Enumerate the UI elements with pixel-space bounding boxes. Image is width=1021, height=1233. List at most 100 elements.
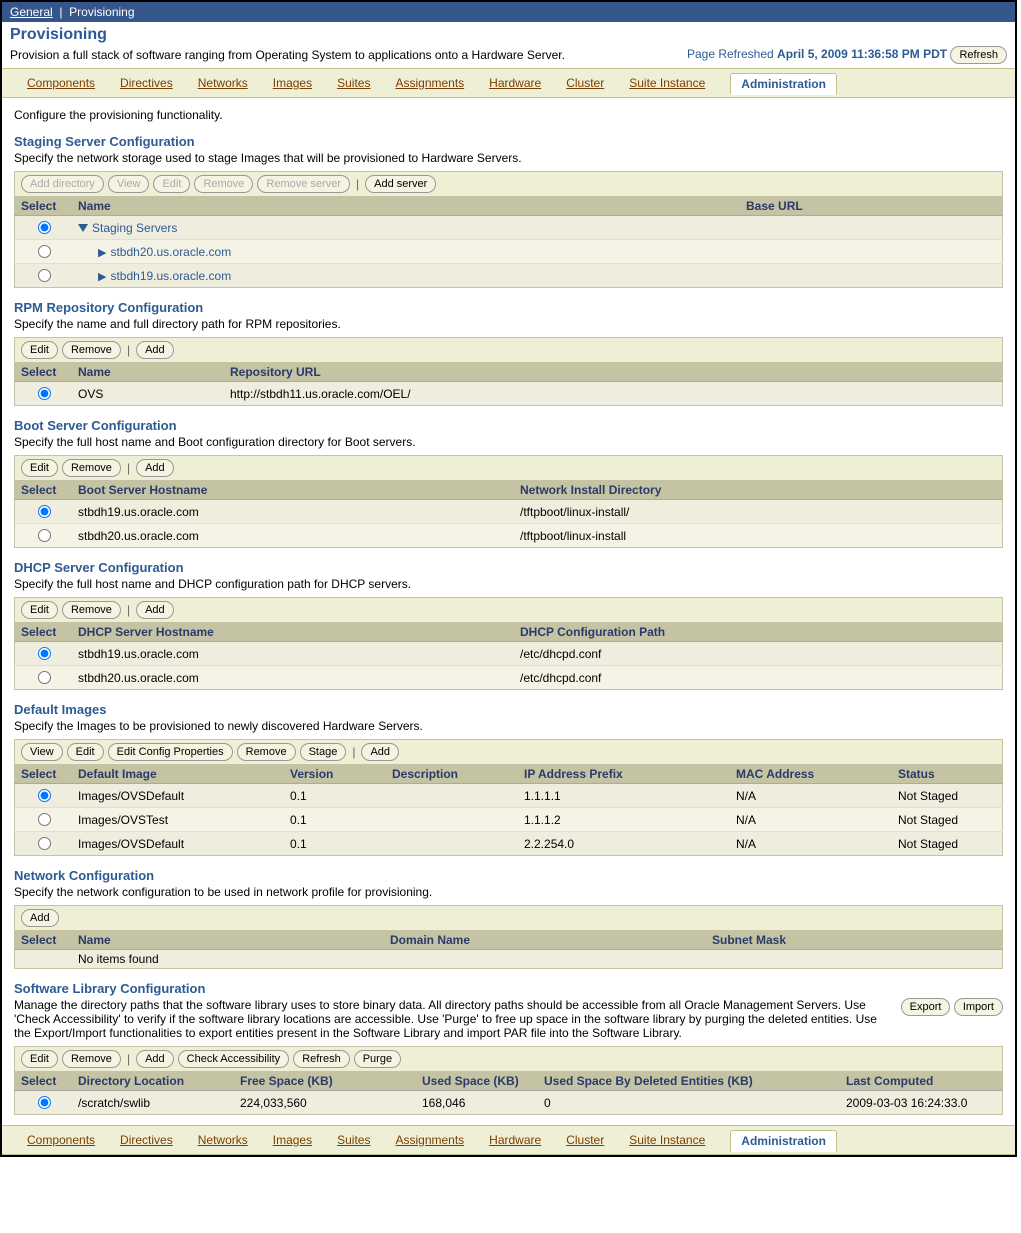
row-select-radio[interactable]	[38, 505, 51, 518]
export-button[interactable]: Export	[901, 998, 951, 1016]
add-button[interactable]: Add	[136, 459, 174, 477]
tab-directives[interactable]: Directives	[120, 1133, 173, 1147]
col-select: Select	[15, 481, 73, 500]
tab-suite-instance[interactable]: Suite Instance	[629, 76, 705, 90]
row-select-radio[interactable]	[38, 1096, 51, 1109]
col-url: Repository URL	[224, 363, 1003, 382]
swlib-title: Software Library Configuration	[14, 981, 1003, 996]
table-row: stbdh19.us.oracle.com /etc/dhcpd.conf	[15, 642, 1003, 666]
tab-assignments[interactable]: Assignments	[395, 1133, 464, 1147]
breadcrumb-general[interactable]: General	[10, 5, 53, 19]
images-toolbar: View Edit Edit Config Properties Remove …	[14, 739, 1003, 764]
row-select-radio[interactable]	[38, 671, 51, 684]
row-select-radio[interactable]	[38, 837, 51, 850]
dhcp-toolbar: Edit Remove | Add	[14, 597, 1003, 622]
row-select-radio[interactable]	[38, 529, 51, 542]
row-select-radio[interactable]	[38, 269, 51, 282]
row-select-radio[interactable]	[38, 387, 51, 400]
remove-button[interactable]: Remove	[62, 601, 121, 619]
row-select-radio[interactable]	[38, 221, 51, 234]
refresh-button[interactable]: Refresh	[293, 1050, 350, 1068]
expand-icon[interactable]	[78, 224, 88, 232]
add-server-button[interactable]: Add server	[365, 175, 436, 193]
view-button[interactable]: View	[21, 743, 63, 761]
tab-administration[interactable]: Administration	[730, 1130, 837, 1152]
remove-button[interactable]: Remove	[62, 459, 121, 477]
staging-child-name[interactable]: stbdh20.us.oracle.com	[110, 245, 231, 259]
remove-button[interactable]: Remove	[62, 1050, 121, 1068]
edit-button[interactable]: Edit	[21, 1050, 58, 1068]
import-button[interactable]: Import	[954, 998, 1003, 1016]
add-button[interactable]: Add	[361, 743, 399, 761]
tab-hardware[interactable]: Hardware	[489, 76, 541, 90]
table-row: stbdh20.us.oracle.com /etc/dhcpd.conf	[15, 666, 1003, 690]
tab-networks[interactable]: Networks	[198, 76, 248, 90]
tab-cluster[interactable]: Cluster	[566, 1133, 604, 1147]
page-title: Provisioning	[10, 26, 107, 44]
edit-button[interactable]: Edit	[21, 459, 58, 477]
edit-button[interactable]: Edit	[21, 341, 58, 359]
staging-child-name[interactable]: stbdh19.us.oracle.com	[110, 269, 231, 283]
tab-suite-instance[interactable]: Suite Instance	[629, 1133, 705, 1147]
edit-config-properties-button[interactable]: Edit Config Properties	[108, 743, 233, 761]
table-row: Images/OVSDefault0.11.1.1.1N/ANot Staged	[15, 784, 1003, 808]
dhcp-table: Select DHCP Server Hostname DHCP Configu…	[14, 622, 1003, 690]
tab-administration[interactable]: Administration	[730, 73, 837, 95]
tab-components[interactable]: Components	[27, 76, 95, 90]
row-select-radio[interactable]	[38, 789, 51, 802]
rpm-title: RPM Repository Configuration	[14, 300, 1003, 315]
swlib-table: Select Directory Location Free Space (KB…	[14, 1071, 1003, 1115]
rpm-desc: Specify the name and full directory path…	[14, 317, 1003, 331]
col-free: Free Space (KB)	[234, 1072, 416, 1091]
stage-button[interactable]: Stage	[300, 743, 347, 761]
tab-suites[interactable]: Suites	[337, 76, 370, 90]
row-select-radio[interactable]	[38, 647, 51, 660]
tab-hardware[interactable]: Hardware	[489, 1133, 541, 1147]
col-select: Select	[15, 931, 73, 950]
tab-images[interactable]: Images	[273, 76, 312, 90]
staging-title: Staging Server Configuration	[14, 134, 1003, 149]
edit-button[interactable]: Edit	[21, 601, 58, 619]
network-table: Select Name Domain Name Subnet Mask No i…	[14, 930, 1003, 969]
edit-button[interactable]: Edit	[67, 743, 104, 761]
table-row: Images/OVSDefault0.12.2.254.0N/ANot Stag…	[15, 832, 1003, 856]
row-select-radio[interactable]	[38, 245, 51, 258]
intro-text: Configure the provisioning functionality…	[14, 108, 1003, 122]
breadcrumb-provisioning: Provisioning	[69, 5, 134, 19]
images-title: Default Images	[14, 702, 1003, 717]
network-desc: Specify the network configuration to be …	[14, 885, 1003, 899]
purge-button[interactable]: Purge	[354, 1050, 401, 1068]
rpm-table: Select Name Repository URL OVS http://st…	[14, 362, 1003, 406]
edit-button: Edit	[153, 175, 190, 193]
tab-images[interactable]: Images	[273, 1133, 312, 1147]
tab-networks[interactable]: Networks	[198, 1133, 248, 1147]
tab-directives[interactable]: Directives	[120, 76, 173, 90]
add-button[interactable]: Add	[21, 909, 59, 927]
row-select-radio[interactable]	[38, 813, 51, 826]
col-select: Select	[15, 765, 73, 784]
add-button[interactable]: Add	[136, 601, 174, 619]
col-select: Select	[15, 363, 73, 382]
view-button: View	[108, 175, 150, 193]
tab-cluster[interactable]: Cluster	[566, 76, 604, 90]
table-row: OVS http://stbdh11.us.oracle.com/OEL/	[15, 382, 1003, 406]
table-row: stbdh19.us.oracle.com /tftpboot/linux-in…	[15, 500, 1003, 524]
remove-button[interactable]: Remove	[62, 341, 121, 359]
add-button[interactable]: Add	[136, 341, 174, 359]
staging-root-name[interactable]: Staging Servers	[92, 221, 177, 235]
refresh-button[interactable]: Refresh	[950, 46, 1007, 64]
col-select: Select	[15, 1072, 73, 1091]
tab-suites[interactable]: Suites	[337, 1133, 370, 1147]
add-button[interactable]: Add	[136, 1050, 174, 1068]
remove-button[interactable]: Remove	[237, 743, 296, 761]
tab-components[interactable]: Components	[27, 1133, 95, 1147]
col-loc: Directory Location	[72, 1072, 234, 1091]
tab-assignments[interactable]: Assignments	[395, 76, 464, 90]
network-title: Network Configuration	[14, 868, 1003, 883]
staging-table: Select Name Base URL Staging Servers ▶st…	[14, 196, 1003, 288]
col-used: Used Space (KB)	[416, 1072, 538, 1091]
check-accessibility-button[interactable]: Check Accessibility	[178, 1050, 290, 1068]
table-row-empty: No items found	[15, 950, 1003, 969]
table-row: Staging Servers	[15, 216, 1003, 240]
col-status: Status	[892, 765, 1003, 784]
